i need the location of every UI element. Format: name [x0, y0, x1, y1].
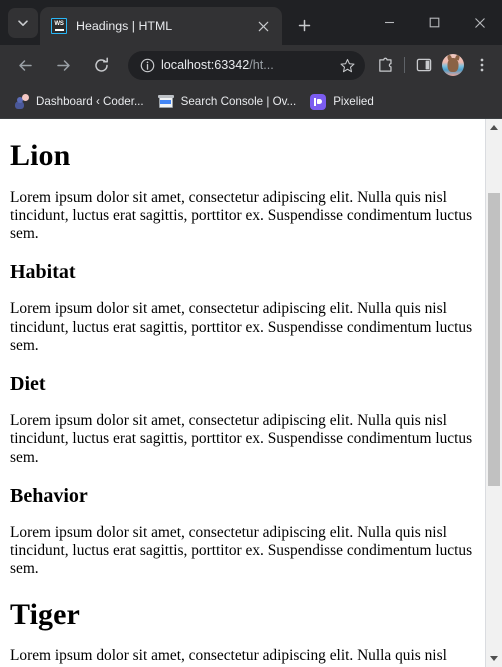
close-window-button[interactable] — [457, 7, 502, 39]
tab-strip: WS Headings | HTML — [0, 0, 502, 45]
heading-h1: Lion — [10, 139, 71, 172]
profile-avatar[interactable] — [442, 54, 464, 76]
close-icon — [258, 21, 268, 31]
triangle-up-icon — [490, 125, 498, 130]
info-icon — [140, 58, 154, 72]
extensions-button[interactable] — [371, 51, 399, 79]
search-console-icon — [157, 94, 174, 110]
heading-h2: Diet — [10, 373, 46, 395]
chevron-down-icon — [18, 20, 28, 26]
tab-close-button[interactable] — [253, 16, 273, 36]
browser-window: WS Headings | HTML localhost:63342/ht...… — [0, 0, 502, 667]
close-icon — [474, 17, 485, 28]
scrollbar-down-button[interactable] — [486, 650, 502, 667]
back-button[interactable] — [10, 50, 40, 80]
bookmark-label: Pixelied — [333, 95, 374, 108]
tab-headings-html[interactable]: WS Headings | HTML — [40, 7, 282, 45]
new-tab-button[interactable] — [290, 11, 318, 39]
wordpress-avatar-icon — [13, 93, 29, 110]
star-icon — [340, 58, 354, 72]
address-bar-text: localhost:63342/ht... — [161, 58, 335, 72]
minimize-button[interactable] — [367, 7, 412, 39]
vertical-scrollbar[interactable] — [485, 119, 502, 667]
forward-button[interactable] — [48, 50, 78, 80]
document-body: Lion Lorem ipsum dolor sit amet, consecte… — [10, 119, 475, 665]
reload-icon — [94, 57, 108, 72]
side-panel-button[interactable] — [410, 51, 438, 79]
plus-icon — [298, 19, 310, 31]
arrow-left-icon — [18, 59, 32, 71]
triangle-down-icon — [490, 656, 498, 661]
pixelied-icon — [310, 93, 327, 110]
side-panel-icon — [416, 58, 432, 72]
window-controls — [367, 0, 502, 45]
maximize-icon — [429, 17, 440, 28]
paragraph: Lorem ipsum dolor sit amet, consectetur … — [10, 647, 447, 664]
chrome-menu-button[interactable] — [468, 51, 496, 79]
three-dot-menu-icon — [480, 58, 484, 72]
page-viewport: Lion Lorem ipsum dolor sit amet, consecte… — [0, 118, 502, 667]
url-host: localhost:63342 — [161, 58, 250, 72]
scrollbar-thumb[interactable] — [488, 192, 500, 486]
site-info-button[interactable] — [136, 58, 158, 73]
paragraph: Lorem ipsum dolor sit amet, consectetur … — [10, 523, 473, 578]
tab-search-button[interactable] — [8, 8, 38, 38]
bookmark-star-button[interactable] — [335, 58, 359, 73]
avatar-image — [447, 57, 459, 72]
heading-h2: Behavior — [10, 484, 88, 507]
tab-title: Headings | HTML — [76, 19, 173, 33]
bookmark-label: Search Console | Ov... — [180, 95, 297, 108]
page-content: Lion Lorem ipsum dolor sit amet, consecte… — [0, 119, 485, 667]
minimize-icon — [385, 21, 394, 24]
bookmark-pixelied[interactable]: Pixelied — [303, 90, 381, 114]
bookmark-label: Dashboard ‹ Coder... — [36, 95, 144, 108]
paragraph: Lorem ipsum dolor sit amet, consectetur … — [10, 300, 473, 354]
address-bar[interactable]: localhost:63342/ht... — [128, 50, 365, 80]
favicon-text: WS — [54, 21, 64, 28]
bookmarks-bar: Dashboard ‹ Coder... Search Console | Ov… — [0, 85, 502, 118]
heading-h1: Tiger — [10, 597, 80, 631]
browser-toolbar: localhost:63342/ht... — [0, 45, 502, 85]
bookmark-dashboard[interactable]: Dashboard ‹ Coder... — [6, 90, 151, 114]
favicon-underline — [54, 28, 64, 31]
url-path: /ht... — [249, 58, 274, 72]
heading-h2: Habitat — [10, 261, 76, 284]
ws-favicon: WS — [51, 18, 67, 34]
paragraph: Lorem ipsum dolor sit amet, consectetur … — [10, 188, 473, 243]
maximize-button[interactable] — [412, 7, 457, 39]
paragraph: Lorem ipsum dolor sit amet, consectetur … — [10, 412, 473, 466]
toolbar-divider — [404, 57, 405, 73]
scrollbar-up-button[interactable] — [486, 119, 502, 136]
puzzle-piece-icon — [378, 57, 392, 72]
bookmark-search-console[interactable]: Search Console | Ov... — [151, 90, 304, 114]
arrow-right-icon — [56, 59, 70, 71]
reload-button[interactable] — [86, 50, 116, 80]
